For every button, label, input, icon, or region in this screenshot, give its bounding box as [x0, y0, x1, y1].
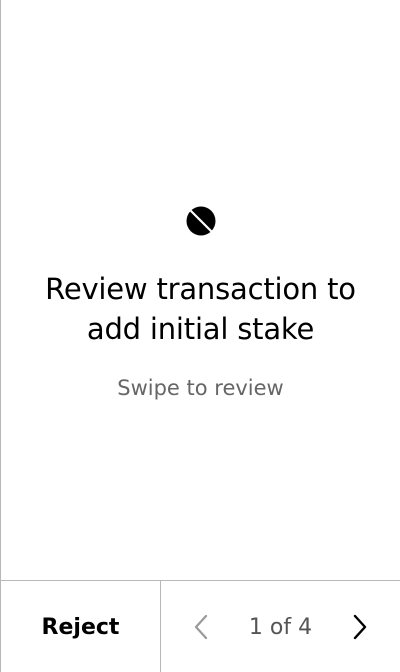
app-logo-icon [186, 206, 215, 236]
pager: 1 of 4 [161, 581, 400, 672]
chevron-right-icon [353, 614, 367, 640]
page-indicator: 1 of 4 [248, 614, 313, 640]
device-screen: Review transaction to add initial stake … [0, 0, 400, 672]
chevron-left-icon [194, 614, 208, 640]
previous-page-button[interactable] [189, 613, 213, 641]
review-intro: Review transaction to add initial stake … [1, 205, 400, 401]
reject-button[interactable]: Reject [1, 581, 161, 672]
review-title: Review transaction to add initial stake [45, 272, 356, 346]
swipe-hint: Swipe to review [117, 376, 284, 400]
next-page-button[interactable] [348, 613, 372, 641]
footer-bar: Reject 1 of 4 [1, 580, 400, 672]
